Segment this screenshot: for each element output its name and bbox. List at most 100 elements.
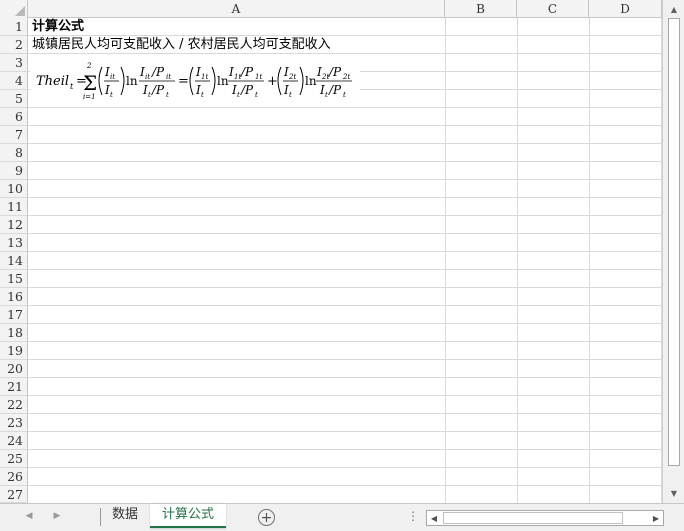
select-all-corner[interactable] xyxy=(0,0,28,18)
row-header-2[interactable]: 2 xyxy=(0,36,28,54)
row-header-7[interactable]: 7 xyxy=(0,126,28,144)
column-header-c[interactable]: C xyxy=(517,0,589,18)
triangle-down-icon[interactable]: ▼ xyxy=(667,486,681,500)
row-header-22[interactable]: 22 xyxy=(0,396,28,414)
grid-line xyxy=(589,18,590,503)
row-header-1[interactable]: 1 xyxy=(0,18,28,36)
svg-text:=: = xyxy=(178,74,189,89)
row-header-15[interactable]: 15 xyxy=(0,270,28,288)
formula-sum-top: 2 xyxy=(86,62,92,70)
formula-sum-bottom: i=1 xyxy=(83,93,96,101)
svg-text:t: t xyxy=(343,91,346,99)
svg-text:2t: 2t xyxy=(342,73,350,81)
grid-line xyxy=(28,341,662,342)
row-header-20[interactable]: 20 xyxy=(0,360,28,378)
svg-text:/P: /P xyxy=(151,65,165,79)
row-header-27[interactable]: 27 xyxy=(0,486,28,503)
tab-sheet-data[interactable]: 数据 xyxy=(102,504,148,528)
cell-grid[interactable]: 计算公式 城镇居民人均可支配收入 / 农村居民人均可支配收入 Theil t =… xyxy=(28,18,662,503)
tab-divider xyxy=(100,508,101,526)
svg-text:/P: /P xyxy=(328,83,342,97)
formula-ln-2: ln xyxy=(217,74,229,88)
grid-line xyxy=(28,251,662,252)
row-header-5[interactable]: 5 xyxy=(0,90,28,108)
svg-text:it: it xyxy=(145,73,150,81)
column-header-d[interactable]: D xyxy=(589,0,662,18)
grid-line xyxy=(28,179,662,180)
horizontal-scrollbar[interactable]: ◀ ▶ xyxy=(426,510,664,526)
row-header-3[interactable]: 3 xyxy=(0,54,28,72)
more-dots-icon[interactable]: ⋮ xyxy=(407,509,419,523)
svg-text:1t: 1t xyxy=(255,73,262,81)
row-header-14[interactable]: 14 xyxy=(0,252,28,270)
formula-lhs-sub: t xyxy=(70,82,74,91)
row-header-25[interactable]: 25 xyxy=(0,450,28,468)
sheet-tab-bar: ◀ ▶ 数据 计算公式 + ⋮ ◀ ▶ xyxy=(0,503,684,531)
horizontal-scroll-thumb[interactable] xyxy=(443,512,623,524)
triangle-right-icon[interactable]: ▶ xyxy=(649,511,663,525)
row-header-17[interactable]: 17 xyxy=(0,306,28,324)
svg-text:t: t xyxy=(289,91,292,99)
svg-text:it: it xyxy=(110,73,115,81)
triangle-left-icon[interactable]: ◀ xyxy=(427,511,441,525)
theil-formula-image[interactable]: Theil t = 2 Σ i=1 I it I t ln I it /P it… xyxy=(30,59,360,103)
row-header-4[interactable]: 4 xyxy=(0,72,28,90)
svg-text:it: it xyxy=(166,73,171,81)
svg-text:t: t xyxy=(201,91,204,99)
grid-line xyxy=(28,413,662,414)
svg-text:t: t xyxy=(255,91,258,99)
grid-line xyxy=(28,431,662,432)
row-header-18[interactable]: 18 xyxy=(0,324,28,342)
row-header-23[interactable]: 23 xyxy=(0,414,28,432)
triangle-up-icon[interactable]: ▲ xyxy=(667,2,681,16)
grid-line xyxy=(28,215,662,216)
grid-line xyxy=(28,143,662,144)
row-header-16[interactable]: 16 xyxy=(0,288,28,306)
svg-text:/P: /P xyxy=(328,65,342,79)
row-header-26[interactable]: 26 xyxy=(0,468,28,486)
tab-sheet-formula[interactable]: 计算公式 xyxy=(150,504,226,528)
plus-circle-icon[interactable]: + xyxy=(258,509,275,526)
formula-ln-3: ln xyxy=(305,74,317,88)
row-header-24[interactable]: 24 xyxy=(0,432,28,450)
row-header-8[interactable]: 8 xyxy=(0,144,28,162)
grid-line xyxy=(28,287,662,288)
svg-text:/P: /P xyxy=(240,65,254,79)
grid-line xyxy=(28,269,662,270)
svg-text:t: t xyxy=(325,91,328,99)
grid-line xyxy=(445,18,446,503)
svg-text:/P: /P xyxy=(240,83,254,97)
svg-text:Σ: Σ xyxy=(83,71,97,95)
grid-line xyxy=(28,125,662,126)
grid-line xyxy=(28,467,662,468)
grid-line xyxy=(28,485,662,486)
grid-line xyxy=(28,377,662,378)
grid-line xyxy=(28,395,662,396)
svg-text:t: t xyxy=(110,91,113,99)
row-header-19[interactable]: 19 xyxy=(0,342,28,360)
svg-text:1t: 1t xyxy=(201,73,208,81)
row-header-11[interactable]: 11 xyxy=(0,198,28,216)
vertical-scrollbar[interactable]: ▲ ▼ xyxy=(662,0,684,503)
row-header-12[interactable]: 12 xyxy=(0,216,28,234)
row-header-10[interactable]: 10 xyxy=(0,180,28,198)
column-header-b[interactable]: B xyxy=(445,0,517,18)
row-header-9[interactable]: 9 xyxy=(0,162,28,180)
grid-line xyxy=(28,359,662,360)
row-header-21[interactable]: 21 xyxy=(0,378,28,396)
svg-text:/P: /P xyxy=(151,83,165,97)
grid-line xyxy=(28,323,662,324)
chevron-left-icon[interactable]: ◀ xyxy=(22,511,36,521)
column-header-a[interactable]: A xyxy=(28,0,445,18)
vertical-scroll-thumb[interactable] xyxy=(668,18,680,466)
formula-ln-1: ln xyxy=(126,74,138,88)
column-header-bar: A B C D xyxy=(0,0,684,18)
row-header-13[interactable]: 13 xyxy=(0,234,28,252)
cell-a1[interactable]: 计算公式 xyxy=(32,18,84,36)
svg-text:t: t xyxy=(148,91,151,99)
grid-line xyxy=(28,233,662,234)
row-header-6[interactable]: 6 xyxy=(0,108,28,126)
cell-a2[interactable]: 城镇居民人均可支配收入 / 农村居民人均可支配收入 xyxy=(32,36,331,54)
chevron-right-icon[interactable]: ▶ xyxy=(50,511,64,521)
svg-text:t: t xyxy=(166,91,169,99)
